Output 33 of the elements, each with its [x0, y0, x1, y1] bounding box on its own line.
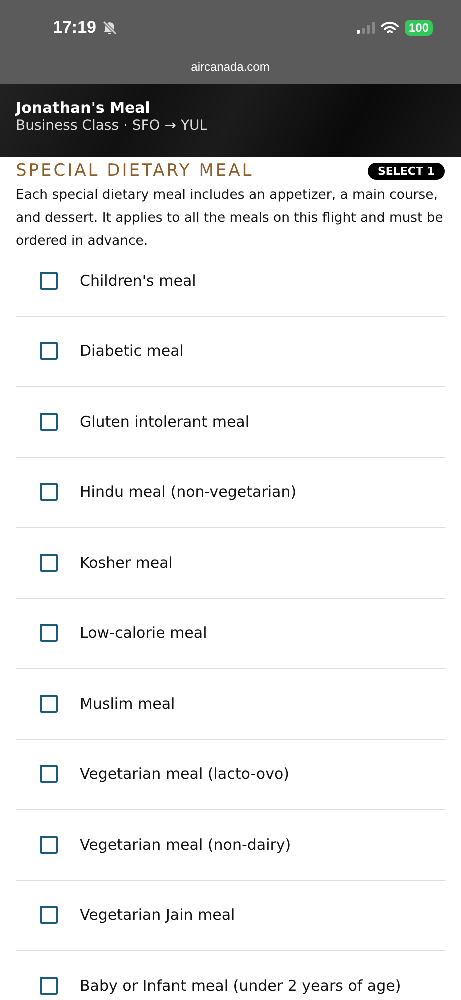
- meal-option-label[interactable]: Kosher meal: [80, 554, 173, 572]
- meal-option-label[interactable]: Vegetarian meal (non-dairy): [80, 836, 292, 854]
- wifi-icon: [380, 22, 399, 34]
- meal-option-label[interactable]: Diabetic meal: [80, 342, 184, 360]
- checkbox[interactable]: [40, 694, 58, 713]
- meal-option-label[interactable]: Gluten intolerant meal: [80, 412, 250, 431]
- checkbox[interactable]: [40, 412, 58, 431]
- signal-icon: [356, 22, 375, 34]
- meal-option-label[interactable]: Muslim meal: [80, 694, 176, 713]
- checkbox[interactable]: [40, 554, 58, 572]
- section-title: SPECIAL DIETARY MEAL: [16, 161, 254, 181]
- meal-option-label[interactable]: Children's meal: [80, 272, 196, 290]
- meal-option-label[interactable]: Low-calorie meal: [80, 624, 208, 642]
- checkbox[interactable]: [40, 483, 58, 502]
- flight-info: Business Class · SFO → YUL: [16, 118, 209, 134]
- passenger-meal-title: Jonathan's Meal: [16, 99, 152, 117]
- checkbox[interactable]: [40, 976, 58, 995]
- battery-level: 100: [404, 20, 433, 36]
- checkbox[interactable]: [40, 836, 58, 854]
- checkbox[interactable]: [40, 342, 58, 360]
- checkbox[interactable]: [40, 272, 58, 290]
- status-time: 17:19: [53, 18, 96, 38]
- section-description: Each special dietary meal includes an appetizer, a main course, and dessert. It applies to all the meals on this flight and must be ordered in advance.: [16, 187, 444, 251]
- meal-option-label[interactable]: Vegetarian Jain meal: [80, 906, 236, 924]
- meal-option-label[interactable]: Baby or Infant meal (under 2 years of age): [80, 976, 402, 995]
- muted-bell-icon: [102, 20, 118, 36]
- meal-option-label[interactable]: Hindu meal (non-vegetarian): [80, 483, 297, 502]
- checkbox[interactable]: [40, 765, 58, 784]
- select-count-badge: SELECT 1: [368, 162, 445, 180]
- meal-option-label[interactable]: Vegetarian meal (lacto-ovo): [80, 765, 290, 784]
- checkbox[interactable]: [40, 624, 58, 642]
- url-address[interactable]: aircanada.com: [0, 56, 461, 84]
- checkbox[interactable]: [40, 906, 58, 924]
